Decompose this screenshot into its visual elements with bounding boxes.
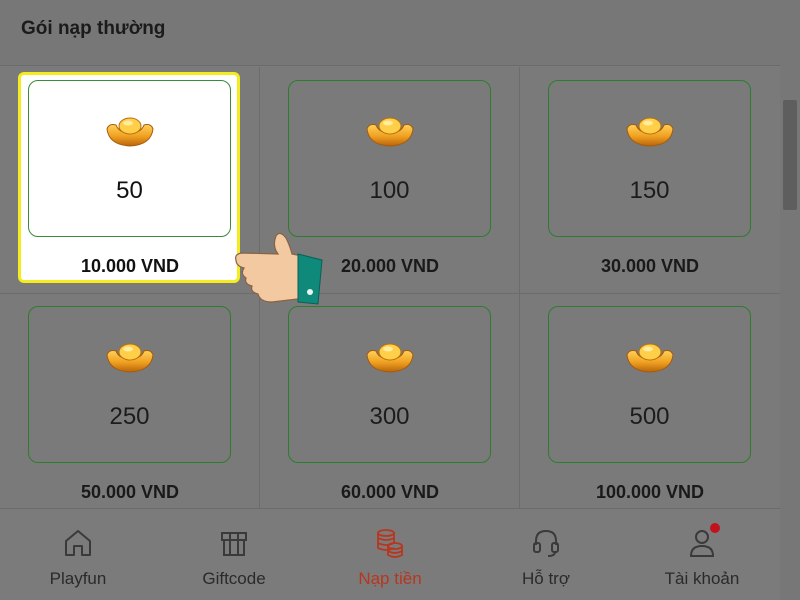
bottom-navigation: Playfun Giftcode Nạp tiền Hỗ trợ Tài kho… (0, 508, 780, 600)
nav-label: Nạp tiền (358, 569, 422, 588)
package-item[interactable]: 500 100.000 VND (520, 293, 780, 519)
package-card[interactable]: 150 (548, 80, 751, 237)
package-amount: 500 (629, 403, 670, 430)
nav-item-nap-tien[interactable]: Nạp tiền (312, 509, 468, 600)
page-title: Gói nạp thường (21, 18, 166, 39)
package-price: 60.000 VND (340, 482, 440, 502)
notification-dot (710, 523, 720, 533)
gold-ingot-icon (365, 115, 415, 149)
package-item[interactable]: 50 10.000 VND (0, 67, 260, 293)
nav-item-tai-khoan[interactable]: Tài khoản (624, 509, 780, 600)
package-price: 50.000 VND (80, 482, 180, 502)
gold-ingot-icon (105, 341, 155, 375)
nav-label: Tài khoản (664, 569, 740, 588)
nav-item-giftcode[interactable]: Giftcode (156, 509, 312, 600)
package-card[interactable]: 500 (548, 306, 751, 463)
nav-label: Hỗ trợ (522, 569, 570, 588)
headset-icon (533, 529, 559, 557)
package-price: 100.000 VND (595, 482, 705, 502)
package-item[interactable]: 150 30.000 VND (520, 67, 780, 293)
package-price: 30.000 VND (600, 256, 700, 276)
gift-box-icon (221, 532, 247, 556)
gold-ingot-icon (625, 115, 675, 149)
gold-ingot-icon (365, 341, 415, 375)
nav-label: Playfun (49, 569, 107, 588)
package-card[interactable]: 300 (288, 306, 491, 463)
gold-ingot-icon (625, 341, 675, 375)
package-amount: 300 (369, 403, 410, 430)
scrollbar-thumb[interactable] (783, 100, 797, 210)
package-amount: 50 (116, 177, 143, 204)
package-item[interactable]: 300 60.000 VND (260, 293, 520, 519)
section-header: Gói nạp thường (0, 0, 780, 66)
nav-item-ho-tro[interactable]: Hỗ trợ (468, 509, 624, 600)
coin-stack-icon (377, 529, 403, 558)
package-amount: 100 (369, 177, 410, 204)
package-card[interactable]: 50 (28, 80, 231, 237)
nav-item-playfun[interactable]: Playfun (0, 509, 156, 600)
package-price: 10.000 VND (80, 256, 180, 276)
package-amount: 150 (629, 177, 670, 204)
nav-label: Giftcode (202, 569, 266, 588)
scrollbar[interactable] (780, 0, 800, 600)
gold-ingot-icon (105, 115, 155, 149)
pointing-hand-icon (235, 232, 323, 305)
package-amount: 250 (109, 403, 150, 430)
home-icon (65, 530, 91, 556)
package-item[interactable]: 250 50.000 VND (0, 293, 260, 519)
package-card[interactable]: 100 (288, 80, 491, 237)
package-card[interactable]: 250 (28, 306, 231, 463)
